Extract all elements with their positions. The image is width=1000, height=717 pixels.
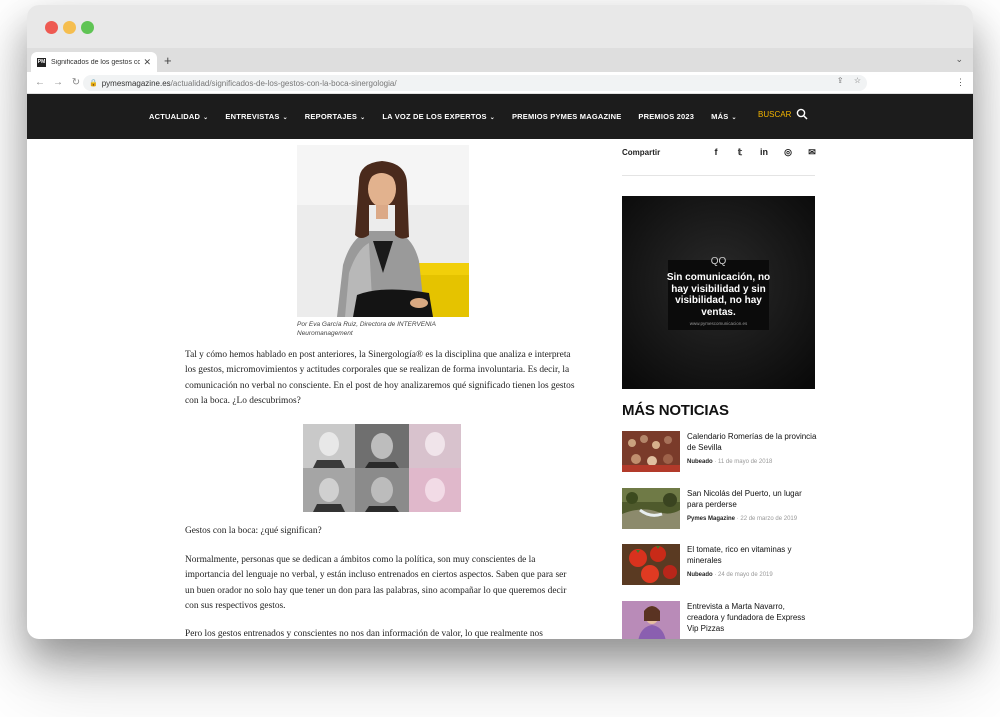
tab-list-chevron-icon[interactable]: ⌄: [955, 54, 963, 65]
news-author[interactable]: Nubeado: [687, 572, 713, 578]
author-portrait-image: [297, 145, 469, 317]
news-date: 11 de mayo de 2018: [718, 459, 773, 465]
browser-window: PM Significados de los gestos co ✕ + ⌄ ←…: [27, 5, 973, 639]
nav-item-label: PREMIOS 2023: [638, 112, 695, 121]
maximize-window-button[interactable]: [81, 21, 94, 34]
nav-item-label: LA VOZ DE LOS EXPERTOS: [382, 112, 487, 121]
image-caption: Por Eva García Ruiz, Directora de INTERV…: [297, 321, 436, 337]
bookmark-star-icon[interactable]: ☆: [854, 76, 861, 85]
news-thumbnail[interactable]: [622, 431, 680, 472]
article-subheading: Gestos con la boca: ¿qué significan?: [185, 526, 322, 536]
nav-item-la-voz-de-los-expertos[interactable]: LA VOZ DE LOS EXPERTOS ⌄: [382, 112, 495, 121]
address-toolbar: ← → ↻ 🔒 pymesmagazine.es/actualidad/sign…: [27, 72, 973, 94]
news-item[interactable]: Calendario Romerías de la provincia de S…: [622, 431, 817, 476]
chevron-down-icon: ⌄: [360, 115, 366, 121]
news-title[interactable]: San Nicolás del Puerto, un lugar para pe…: [687, 488, 817, 510]
news-thumbnail[interactable]: [622, 601, 680, 639]
news-date: 22 de marzo de 2019: [740, 516, 798, 522]
nav-item-más[interactable]: MÁS ⌄: [711, 112, 737, 121]
nav-item-premios-pymes-magazine[interactable]: PREMIOS PYMES MAGAZINE: [512, 112, 621, 121]
new-tab-icon[interactable]: +: [164, 53, 172, 68]
share-bar: Compartir f 𝕥 in ◎ ✉: [622, 146, 816, 176]
chevron-down-icon: ⌄: [731, 115, 737, 121]
news-item[interactable]: El tomate, rico en vitaminas y minerales…: [622, 544, 817, 589]
email-icon[interactable]: ✉: [800, 147, 824, 158]
nav-item-entrevistas[interactable]: ENTREVISTAS ⌄: [225, 112, 287, 121]
more-news-heading: MÁS NOTICIAS: [622, 402, 729, 419]
chevron-down-icon: ⌄: [203, 115, 209, 121]
tab-title: Significados de los gestos co: [51, 58, 141, 66]
twitter-icon[interactable]: 𝕥: [728, 147, 752, 158]
browser-tab[interactable]: PM Significados de los gestos co ✕: [31, 52, 157, 72]
news-item[interactable]: San Nicolás del Puerto, un lugar para pe…: [622, 488, 817, 533]
article-paragraph: Tal y cómo hemos hablado en post anterio…: [185, 350, 575, 406]
url-path: /actualidad/significados-de-los-gestos-c…: [170, 78, 397, 88]
chevron-down-icon: ⌄: [489, 115, 495, 121]
nav-item-premios-2023[interactable]: PREMIOS 2023: [638, 112, 694, 121]
nav-item-label: ENTREVISTAS: [225, 112, 280, 121]
news-thumbnail[interactable]: [622, 544, 680, 585]
share-label: Compartir: [622, 148, 661, 157]
news-meta: Nubeado · 11 de mayo de 2018: [687, 459, 773, 465]
chevron-down-icon: ⌄: [282, 115, 288, 121]
back-arrow-icon[interactable]: ←: [31, 77, 49, 88]
news-author[interactable]: Pymes Magazine: [687, 516, 735, 522]
lock-icon: 🔒: [89, 80, 98, 87]
news-item[interactable]: Entrevista a Marta Navarro, creadora y f…: [622, 601, 817, 639]
title-bar: [27, 5, 973, 48]
quote-icon: QQ: [710, 256, 727, 267]
search-link[interactable]: BUSCAR: [758, 110, 791, 119]
article-paragraph: Normalmente, personas que se dedican a á…: [185, 555, 567, 611]
nav-item-label: MÁS: [711, 112, 729, 121]
share-page-icon[interactable]: ⇪: [837, 76, 844, 85]
reddit-icon[interactable]: ◎: [776, 147, 800, 158]
tab-bar: PM Significados de los gestos co ✕ + ⌄: [27, 48, 973, 72]
search-icon[interactable]: [796, 108, 808, 120]
ad-url: www.pymescomunicacion.es: [689, 321, 748, 326]
nav-item-label: REPORTAJES: [304, 112, 358, 121]
nav-item-reportajes[interactable]: REPORTAJES ⌄: [305, 112, 366, 121]
browser-menu-icon[interactable]: ⋮: [956, 77, 965, 88]
news-thumbnail[interactable]: [622, 488, 680, 529]
news-meta: Nubeado · 24 de mayo de 2019: [687, 572, 773, 578]
close-tab-icon[interactable]: ✕: [143, 57, 151, 68]
site-navigation: ACTUALIDAD ⌄ ENTREVISTAS ⌄ REPORTAJES ⌄ LA VOZ…: [27, 94, 973, 139]
news-meta: Pymes Magazine · 22 de marzo de 2019: [687, 516, 798, 522]
news-author[interactable]: Nubeado: [687, 459, 713, 465]
facebook-icon[interactable]: f: [704, 147, 728, 158]
page-content: Por Eva García Ruiz, Directora de INTERV…: [27, 139, 973, 639]
news-title[interactable]: Calendario Romerías de la provincia de S…: [687, 431, 817, 453]
forward-arrow-icon[interactable]: →: [49, 77, 67, 88]
close-window-button[interactable]: [45, 21, 58, 34]
nav-item-label: PREMIOS PYMES MAGAZINE: [511, 112, 622, 121]
nav-item-label: ACTUALIDAD: [149, 112, 201, 121]
url-domain: pymesmagazine.es: [101, 78, 171, 88]
news-date: 24 de mayo de 2019: [718, 572, 773, 578]
url-bar[interactable]: 🔒 pymesmagazine.es/actualidad/significad…: [83, 75, 867, 91]
minimize-window-button[interactable]: [63, 21, 76, 34]
advertisement-banner[interactable]: QQ Sin comunicación, no hay visibilidad …: [622, 196, 815, 389]
article-paragraph: Pero los gestos entrenados y conscientes…: [185, 629, 543, 639]
linkedin-icon[interactable]: in: [752, 147, 776, 158]
nav-item-actualidad[interactable]: ACTUALIDAD ⌄: [149, 112, 208, 121]
favicon-icon: PM: [37, 57, 46, 67]
politicians-collage-image: [303, 424, 461, 512]
news-title[interactable]: Entrevista a Marta Navarro, creadora y f…: [687, 601, 817, 634]
ad-slogan: Sin comunicación, no hay visibilidad y s…: [666, 272, 771, 318]
news-title[interactable]: El tomate, rico en vitaminas y minerales: [687, 544, 817, 566]
